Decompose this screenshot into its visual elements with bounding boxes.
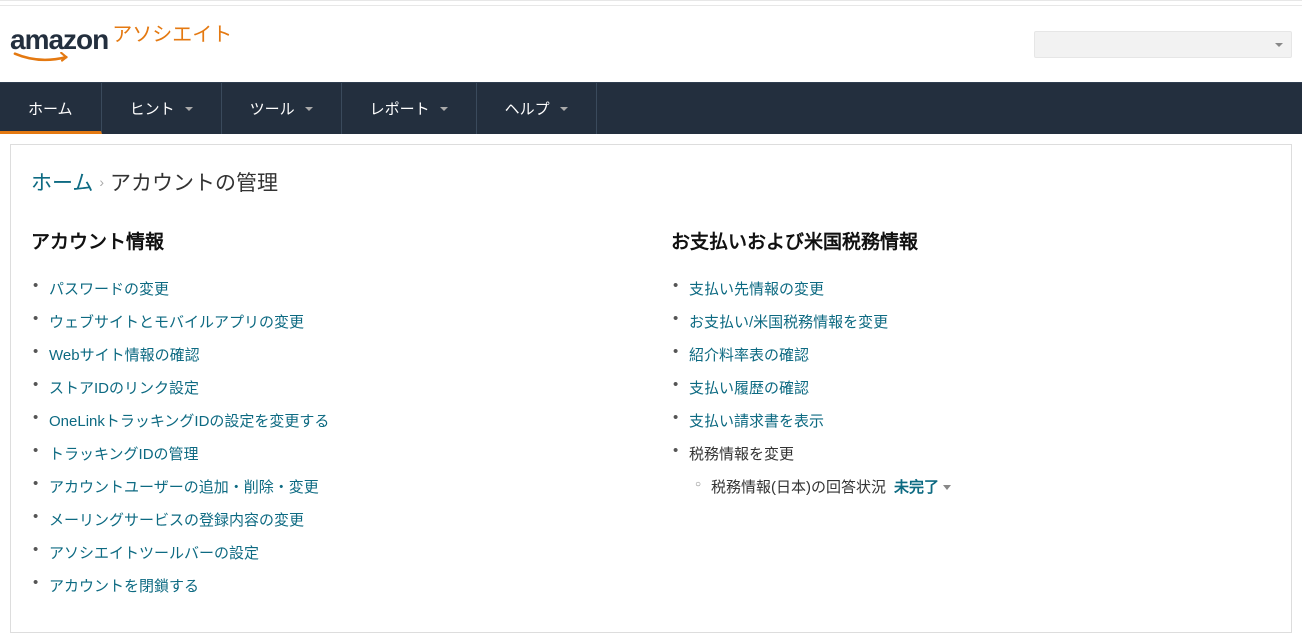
list-item: ウェブサイトとモバイルアプリの変更 [31, 305, 631, 338]
chevron-down-icon [440, 107, 448, 111]
account-link-1[interactable]: ウェブサイトとモバイルアプリの変更 [49, 314, 304, 331]
nav-item-4[interactable]: ヘルプ [477, 83, 597, 134]
nav-item-label: ホーム [28, 98, 73, 119]
chevron-right-icon: › [99, 174, 104, 190]
account-link-7[interactable]: メーリングサービスの登録内容の変更 [49, 512, 304, 529]
account-link-4[interactable]: OneLinkトラッキングIDの設定を変更する [49, 413, 329, 430]
list-item: アカウントを閉鎖する [31, 569, 631, 602]
list-item: アソシエイトツールバーの設定 [31, 536, 631, 569]
payment-info-column: お支払いおよび米国税務情報 支払い先情報の変更お支払い/米国税務情報を変更紹介料… [671, 227, 1271, 602]
list-item: OneLinkトラッキングIDの設定を変更する [31, 404, 631, 437]
logo-text: amazon [10, 24, 108, 55]
tax-jp-status: 未完了 [894, 479, 939, 496]
account-dropdown[interactable] [1034, 31, 1292, 58]
list-item: アカウントユーザーの追加・削除・変更 [31, 470, 631, 503]
breadcrumb: ホーム › アカウントの管理 [31, 167, 1271, 197]
chevron-down-icon [185, 107, 193, 111]
list-item: パスワードの変更 [31, 272, 631, 305]
account-link-6[interactable]: アカウントユーザーの追加・削除・変更 [49, 479, 319, 496]
account-link-0[interactable]: パスワードの変更 [49, 281, 169, 298]
chevron-down-icon [305, 107, 313, 111]
list-item: Webサイト情報の確認 [31, 338, 631, 371]
list-item: 紹介料率表の確認 [671, 338, 1271, 371]
chevron-down-icon [560, 107, 568, 111]
breadcrumb-current: アカウントの管理 [110, 167, 278, 197]
content-panel: ホーム › アカウントの管理 アカウント情報 パスワードの変更ウェブサイトとモバ… [10, 144, 1292, 633]
payment-link-4[interactable]: 支払い請求書を表示 [689, 413, 824, 430]
payment-info-list: 支払い先情報の変更お支払い/米国税務情報を変更紹介料率表の確認支払い履歴の確認支… [671, 272, 1271, 509]
account-info-list: パスワードの変更ウェブサイトとモバイルアプリの変更 Webサイト情報の確認ストアI… [31, 272, 631, 602]
payment-link-0[interactable]: 支払い先情報の変更 [689, 281, 824, 298]
payment-link-3[interactable]: 支払い履歴の確認 [689, 380, 809, 397]
account-link-9[interactable]: アカウントを閉鎖する [49, 578, 199, 595]
breadcrumb-home-link[interactable]: ホーム [31, 167, 93, 197]
nav-item-0[interactable]: ホーム [0, 83, 102, 134]
account-info-heading: アカウント情報 [31, 227, 631, 254]
nav-item-label: ヒント [130, 98, 175, 119]
nav-item-label: ツール [250, 98, 295, 119]
payment-link-2[interactable]: 紹介料率表の確認 [689, 347, 809, 364]
nav-item-label: レポート [370, 98, 430, 119]
tax-jp-status-item[interactable]: 税務情報(日本)の回答状況未完了 [689, 470, 1271, 503]
account-link-2[interactable]: Webサイト情報の確認 [49, 347, 200, 364]
nav-item-2[interactable]: ツール [222, 83, 342, 134]
logo-suffix: アソシエイト [112, 18, 232, 47]
list-item: 支払い履歴の確認 [671, 371, 1271, 404]
logo[interactable]: amazon アソシエイト [10, 24, 232, 64]
header: amazon アソシエイト [0, 6, 1302, 82]
chevron-down-icon [943, 485, 951, 490]
list-item: トラッキングIDの管理 [31, 437, 631, 470]
list-item: 支払い請求書を表示 [671, 404, 1271, 437]
tax-sub-list: 税務情報(日本)の回答状況未完了 [689, 470, 1271, 503]
navbar: ホーム ヒント ツール レポート ヘルプ [0, 82, 1302, 134]
list-item: ストアIDのリンク設定 [31, 371, 631, 404]
nav-item-1[interactable]: ヒント [102, 83, 222, 134]
account-link-3[interactable]: ストアIDのリンク設定 [49, 380, 199, 397]
nav-item-label: ヘルプ [505, 98, 550, 119]
account-link-8[interactable]: アソシエイトツールバーの設定 [49, 545, 259, 562]
payment-link-1[interactable]: お支払い/米国税務情報を変更 [689, 314, 888, 331]
list-item: お支払い/米国税務情報を変更 [671, 305, 1271, 338]
tax-change-item: 税務情報を変更税務情報(日本)の回答状況未完了 [671, 437, 1271, 509]
nav-item-3[interactable]: レポート [342, 83, 477, 134]
list-item: 支払い先情報の変更 [671, 272, 1271, 305]
list-item: メーリングサービスの登録内容の変更 [31, 503, 631, 536]
account-info-column: アカウント情報 パスワードの変更ウェブサイトとモバイルアプリの変更 Webサイト情… [31, 227, 631, 602]
payment-info-heading: お支払いおよび米国税務情報 [671, 227, 1271, 254]
account-link-5[interactable]: トラッキングIDの管理 [49, 446, 199, 463]
tax-jp-label: 税務情報(日本)の回答状況 [711, 479, 886, 496]
